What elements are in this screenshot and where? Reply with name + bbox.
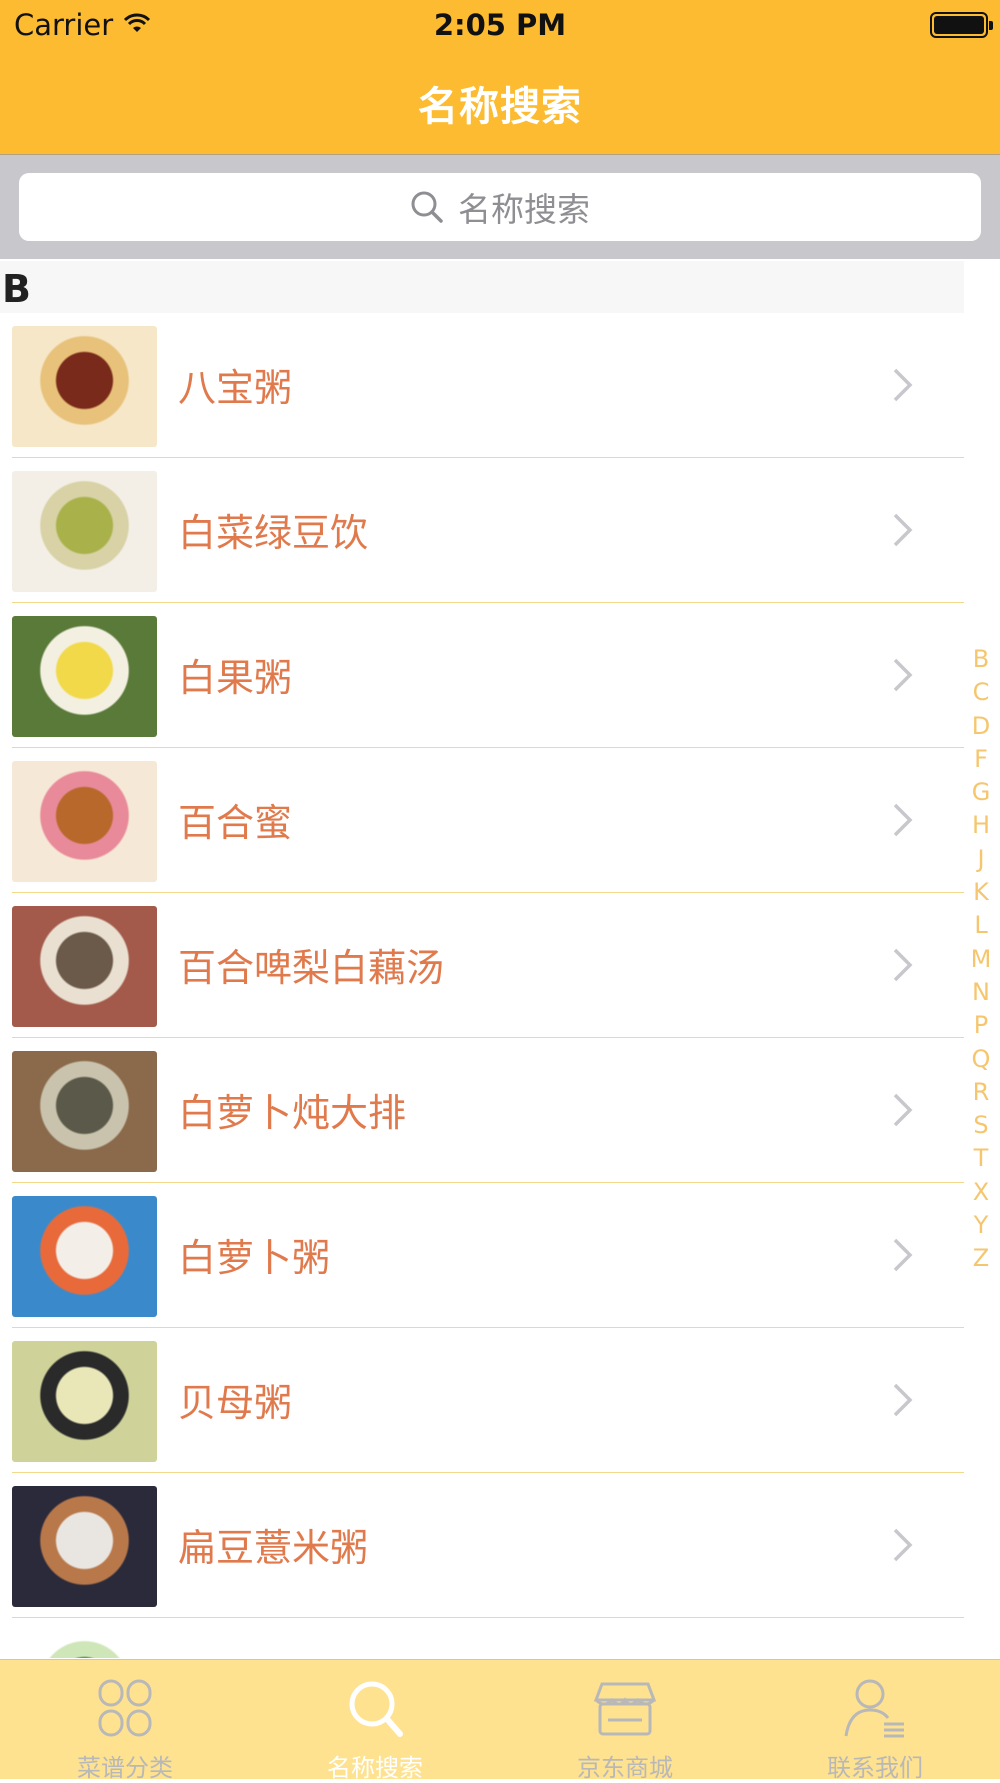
tab-category[interactable]: 菜谱分类 (0, 1660, 250, 1782)
list-item[interactable]: 八宝粥 (0, 313, 964, 458)
recipe-title: 白果粥 (178, 656, 293, 700)
index-letter[interactable]: K (962, 876, 1000, 909)
list-item[interactable]: 白萝卜粥 (0, 1183, 964, 1328)
recipe-thumbnail (12, 616, 157, 737)
index-letter[interactable]: H (962, 809, 1000, 842)
section-header-label: B (2, 267, 31, 311)
recipe-title: 扁豆薏米粥 (178, 1526, 369, 1570)
index-letter[interactable]: G (962, 776, 1000, 809)
index-letter[interactable]: B (962, 643, 1000, 676)
chevron-right-icon (893, 658, 913, 692)
status-time: 2:05 PM (433, 8, 567, 42)
index-letter[interactable]: R (962, 1076, 1000, 1109)
index-letter[interactable]: C (962, 676, 1000, 709)
index-letter[interactable]: Z (962, 1242, 1000, 1275)
recipe-thumbnail (12, 1051, 157, 1172)
store-icon (593, 1682, 657, 1736)
recipe-thumbnail (12, 761, 157, 882)
chevron-right-icon (893, 1528, 913, 1562)
tab-name-search[interactable]: 名称搜索 (250, 1660, 500, 1782)
list-item[interactable]: 扁豆薏米粥 (0, 1473, 964, 1618)
recipe-thumbnail (12, 906, 157, 1027)
page-title: 名称搜索 (418, 84, 582, 130)
index-letter[interactable]: D (962, 710, 1000, 743)
recipe-thumbnail (12, 1486, 157, 1607)
recipe-title: 白菜绿豆饮 (178, 511, 369, 555)
recipe-list[interactable]: 八宝粥白菜绿豆饮白果粥百合蜜百合啤梨白藕汤 白萝卜炖大排 白萝卜粥贝母粥扁豆薏米粥 (0, 313, 964, 1658)
recipe-title: 白萝卜粥 (178, 1236, 331, 1280)
index-letter[interactable]: N (962, 976, 1000, 1009)
recipe-thumbnail (12, 1196, 157, 1317)
index-letter[interactable]: Y (962, 1209, 1000, 1242)
index-letter[interactable]: X (962, 1176, 1000, 1209)
index-letter[interactable]: L (962, 909, 1000, 942)
recipe-title: 百合啤梨白藕汤 (178, 946, 445, 990)
index-letter[interactable]: T (962, 1142, 1000, 1175)
search-placeholder: 名称搜索 (458, 190, 590, 229)
index-letter[interactable]: M (962, 943, 1000, 976)
chevron-right-icon (893, 513, 913, 547)
recipe-title: 白萝卜炖大排 (178, 1091, 407, 1135)
list-item[interactable] (0, 1618, 964, 1658)
index-letter[interactable]: F (962, 743, 1000, 776)
list-item[interactable]: 白萝卜炖大排 (0, 1038, 964, 1183)
list-item[interactable]: 贝母粥 (0, 1328, 964, 1473)
section-index[interactable]: BCDFGHJKLMNPQRSTXYZ (962, 643, 1000, 1276)
recipe-thumbnail (12, 1631, 157, 1658)
chevron-right-icon (893, 948, 913, 982)
contact-person-icon (844, 1679, 904, 1738)
list-item[interactable]: 白果粥 (0, 603, 964, 748)
search-input[interactable]: 名称搜索 (19, 173, 981, 241)
tab-contact-us[interactable]: 联系我们 (750, 1660, 1000, 1782)
index-letter[interactable]: Q (962, 1043, 1000, 1076)
recipe-title: 八宝粥 (178, 366, 293, 410)
tab-bar: 菜谱分类 名称搜索 京东商城 联系我们 (0, 1659, 1000, 1782)
list-item[interactable]: 白菜绿豆饮 (0, 458, 964, 603)
search-bar-container: 名称搜索 (0, 155, 1000, 259)
recipe-thumbnail (12, 471, 157, 592)
section-header: B (0, 261, 964, 313)
recipe-title: 百合蜜 (178, 801, 293, 845)
recipe-thumbnail (12, 326, 157, 447)
battery-icon (930, 12, 993, 38)
category-grid-icon (98, 1679, 152, 1737)
list-item[interactable]: 百合蜜 (0, 748, 964, 893)
tab-jd-store[interactable]: 京东商城 (500, 1660, 750, 1782)
chevron-right-icon (893, 1238, 913, 1272)
index-letter[interactable]: J (962, 843, 1000, 876)
chevron-right-icon (893, 368, 913, 402)
chevron-right-icon (893, 803, 913, 837)
recipe-title: 贝母粥 (178, 1381, 293, 1425)
navigation-bar: Carrier 2:05 PM 名称搜索 (0, 0, 1000, 155)
search-icon (411, 191, 443, 223)
chevron-right-icon (893, 1093, 913, 1127)
chevron-right-icon (893, 1383, 913, 1417)
index-letter[interactable]: S (962, 1109, 1000, 1142)
recipe-thumbnail (12, 1341, 157, 1462)
list-item[interactable]: 百合啤梨白藕汤 (0, 893, 964, 1038)
index-letter[interactable]: P (962, 1009, 1000, 1042)
search-icon (349, 1681, 403, 1737)
